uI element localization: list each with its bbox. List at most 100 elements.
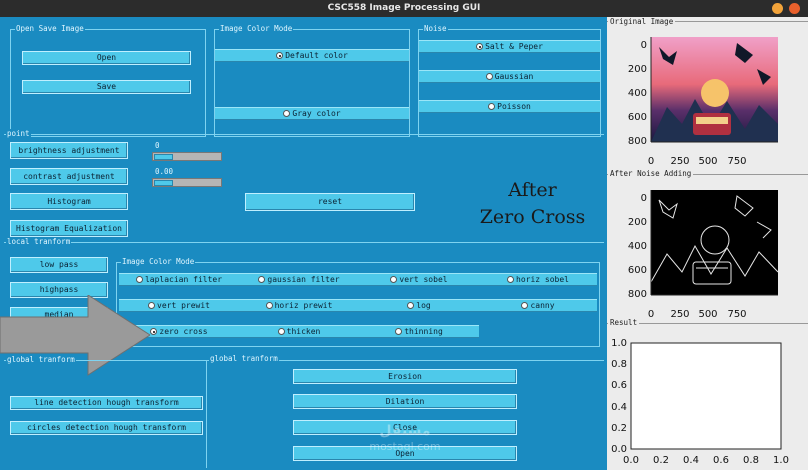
gaussian-filter-label: gaussian filter <box>267 275 340 284</box>
radio-icon <box>507 276 514 283</box>
y-tick-400: 400 <box>628 88 647 99</box>
horiz-sobel-label: horiz sobel <box>516 275 569 284</box>
radio-selected-icon <box>476 43 484 50</box>
default-color-radio[interactable]: Default color <box>215 49 409 62</box>
original-image-plot: 0 200 400 600 800 0 250 500 750 <box>628 37 778 167</box>
y-tick-1.0: 1.0 <box>611 338 627 349</box>
x-tick-500: 500 <box>698 309 717 320</box>
contrast-trough[interactable] <box>152 178 222 187</box>
histogram-equalization-button[interactable]: Histogram Equalization <box>10 220 128 237</box>
salt-peper-label: Salt & Peper <box>485 42 543 51</box>
radio-selected-icon <box>276 52 284 59</box>
log-radio[interactable]: log <box>359 299 479 312</box>
global-transform-left-label: global tranform <box>6 355 76 365</box>
gray-color-label: Gray color <box>292 109 341 118</box>
result-axes-frame <box>630 342 782 450</box>
global-transform-right-label: global tranform <box>209 354 279 364</box>
noise-image-label: After Noise Adding <box>608 169 694 179</box>
log-label: log <box>416 301 431 310</box>
y-tick-0.8: 0.8 <box>611 359 627 370</box>
radio-icon <box>265 302 273 309</box>
brightness-scale[interactable]: 0 <box>152 141 224 163</box>
radio-icon <box>521 302 529 309</box>
color-mode-group: Image Color Mode Default color Gray colo… <box>214 24 410 137</box>
canny-radio[interactable]: canny <box>479 299 597 312</box>
noise-group: Noise Salt & Peper Gaussian Poisson <box>418 24 601 137</box>
radio-icon <box>277 328 285 335</box>
control-panel: Open Save Image Open Save Image Color Mo… <box>0 17 607 470</box>
laplacian-filter-radio[interactable]: laplacian filter <box>119 273 239 286</box>
noise-photo <box>650 190 779 295</box>
poisson-noise-radio[interactable]: Poisson <box>419 100 600 113</box>
gray-color-radio[interactable]: Gray color <box>215 107 409 120</box>
x-tick-0.8: 0.8 <box>743 455 759 466</box>
thicken-radio[interactable]: thicken <box>239 325 359 338</box>
brightness-value: 0 <box>155 141 160 150</box>
low-pass-button[interactable]: low pass <box>10 257 108 273</box>
horiz-sobel-radio[interactable]: horiz sobel <box>479 273 597 286</box>
dilation-button[interactable]: Dilation <box>293 394 517 409</box>
save-button[interactable]: Save <box>22 80 191 94</box>
laplacian-filter-label: laplacian filter <box>144 275 223 284</box>
x-tick-500: 500 <box>698 156 717 167</box>
y-tick-200: 200 <box>628 64 647 75</box>
gaussian-noise-label: Gaussian <box>494 72 534 81</box>
minimize-button[interactable] <box>772 3 783 14</box>
filter-group-label: Image Color Mode <box>121 257 196 267</box>
y-tick-0: 0 <box>641 40 647 51</box>
point-label: point <box>6 129 31 139</box>
contrast-slider-handle[interactable] <box>154 180 173 186</box>
gaussian-noise-radio[interactable]: Gaussian <box>419 70 600 83</box>
contrast-adjustment-button[interactable]: contrast adjustment <box>10 168 128 185</box>
original-photo <box>651 37 778 142</box>
gaussian-filter-radio[interactable]: gaussian filter <box>239 273 359 286</box>
y-tick-0.2: 0.2 <box>611 423 627 434</box>
noise-image-plot: 0 200 400 600 800 0 250 500 750 <box>628 190 779 320</box>
y-tick-400: 400 <box>628 241 647 252</box>
horiz-prewit-radio[interactable]: horiz prewit <box>239 299 359 312</box>
radio-icon <box>488 103 496 110</box>
thinning-radio[interactable]: thinning <box>359 325 479 338</box>
x-tick-250: 250 <box>670 156 689 167</box>
x-tick-0.2: 0.2 <box>653 455 669 466</box>
open-button[interactable]: Open <box>22 51 191 65</box>
thicken-label: thicken <box>286 327 321 336</box>
line-hough-button[interactable]: line detection hough transform <box>10 396 203 410</box>
y-tick-0: 0 <box>641 193 647 204</box>
y-tick-600: 600 <box>628 265 647 276</box>
x-tick-0.4: 0.4 <box>683 455 699 466</box>
vert-sobel-radio[interactable]: vert sobel <box>359 273 479 286</box>
brightness-trough[interactable] <box>152 152 222 161</box>
y-tick-0.0: 0.0 <box>611 444 627 455</box>
window-title: CSC558 Image Processing GUI <box>327 3 481 13</box>
brightness-adjustment-button[interactable]: brightness adjustment <box>10 142 128 159</box>
y-tick-200: 200 <box>628 217 647 228</box>
local-transform-label: local tranform <box>6 237 72 247</box>
radio-icon <box>485 73 493 80</box>
original-image-label: Original Image <box>608 17 676 27</box>
salt-peper-radio[interactable]: Salt & Peper <box>419 40 600 53</box>
y-tick-0.6: 0.6 <box>611 380 627 391</box>
canny-label: canny <box>530 301 555 310</box>
after-text: After <box>508 179 557 201</box>
histogram-button[interactable]: Histogram <box>10 193 128 210</box>
image-panels: Original Image 0 200 400 600 800 0 250 5… <box>607 17 808 470</box>
close-window-button[interactable] <box>789 3 800 14</box>
window-titlebar: CSC558 Image Processing GUI <box>0 0 808 17</box>
result-plot: 1.0 0.8 0.6 0.4 0.2 0.0 0.0 0.2 0.4 0.6 … <box>611 338 789 466</box>
thinning-label: thinning <box>404 327 443 336</box>
y-tick-600: 600 <box>628 112 647 123</box>
contrast-scale[interactable]: 0.00 <box>152 167 224 189</box>
brightness-slider-handle[interactable] <box>154 154 173 160</box>
radio-icon <box>135 276 143 283</box>
radio-icon <box>283 110 291 117</box>
x-tick-0.6: 0.6 <box>713 455 729 466</box>
zero-cross-text: Zero Cross <box>479 206 586 228</box>
erosion-button[interactable]: Erosion <box>293 369 517 384</box>
x-tick-0.0: 0.0 <box>623 455 639 466</box>
reset-button[interactable]: reset <box>245 193 415 211</box>
result-label: Result <box>608 318 640 328</box>
circle-hough-button[interactable]: circles detection hough transform <box>10 421 203 435</box>
vert-sobel-label: vert sobel <box>399 275 448 284</box>
default-color-label: Default color <box>285 51 348 60</box>
